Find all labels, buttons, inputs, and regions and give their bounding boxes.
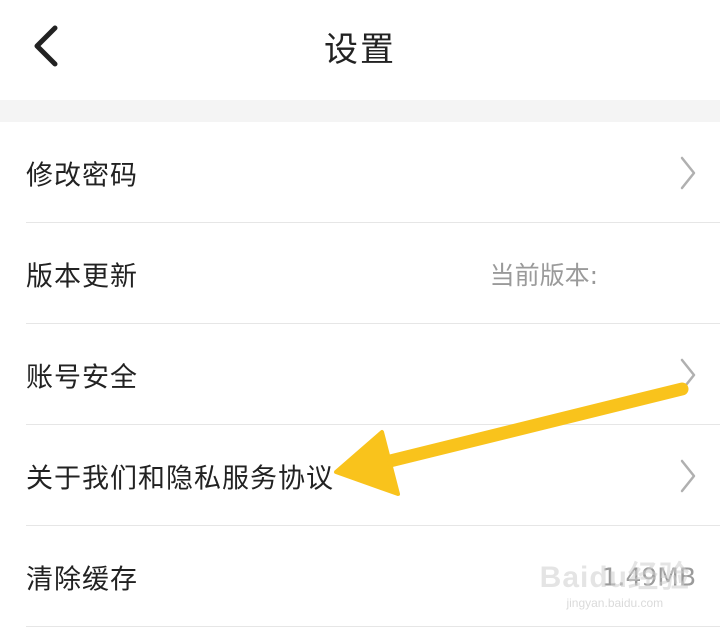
watermark-url: jingyan.baidu.com: [566, 596, 664, 610]
chevron-right-icon: [680, 156, 696, 189]
settings-item-label: 账号安全: [26, 362, 138, 393]
chevron-right-icon: [680, 459, 696, 492]
watermark: Baidu经验 jingyan.baidu.com: [540, 552, 690, 610]
settings-item-account-security[interactable]: 账号安全: [0, 324, 720, 425]
current-version-label: 当前版本:: [489, 260, 598, 290]
settings-item-change-password[interactable]: 修改密码: [0, 122, 720, 223]
settings-item-label: 清除缓存: [26, 564, 138, 595]
settings-item-label: 修改密码: [26, 160, 138, 191]
settings-item-about-privacy[interactable]: 关于我们和隐私服务协议: [0, 425, 720, 526]
section-divider: [0, 100, 720, 122]
watermark-logo: Baidu经验: [539, 561, 690, 594]
settings-item-label: 版本更新: [26, 261, 138, 292]
settings-item-version-update[interactable]: 版本更新 当前版本:: [0, 223, 720, 324]
chevron-right-icon: [680, 358, 696, 391]
page-title: 设置: [324, 30, 396, 70]
top-nav-bar: 设置: [0, 0, 720, 100]
settings-page: 设置 修改密码 版本更新 当前版本: 账号安全 关于我们和隐私服务协议 清除缓存…: [0, 0, 720, 630]
settings-item-label: 关于我们和隐私服务协议: [26, 463, 334, 494]
